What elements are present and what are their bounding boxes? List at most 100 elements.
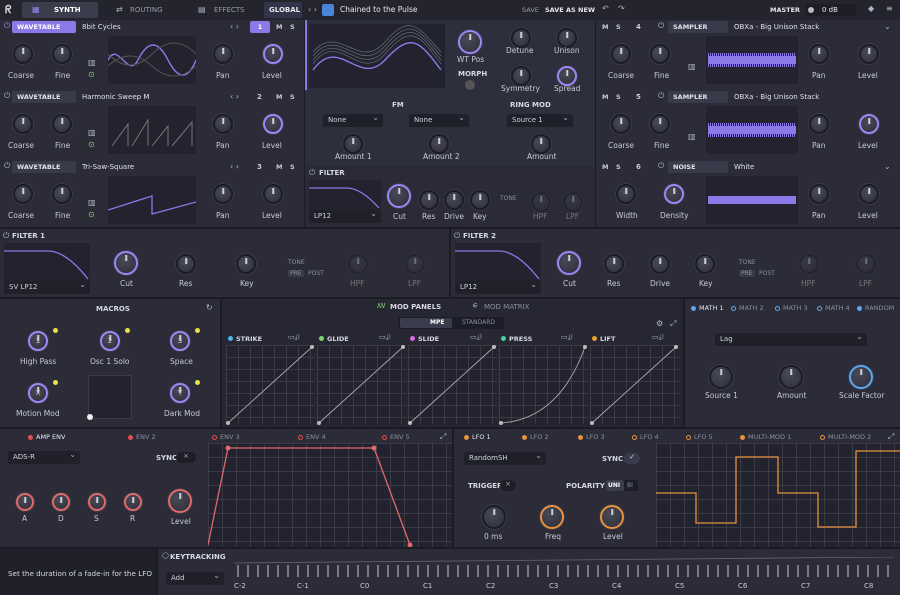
fm-source-2-dropdown[interactable]: None <box>409 113 469 127</box>
pan-knob[interactable] <box>213 44 233 64</box>
fine-knob[interactable] <box>650 114 670 134</box>
keyboard-icon[interactable]: ▥ <box>688 62 696 71</box>
math-amount-knob[interactable] <box>779 365 803 389</box>
mute-button[interactable]: M <box>602 23 608 31</box>
mute-button[interactable]: M <box>276 93 282 101</box>
spread-knob[interactable] <box>557 66 577 86</box>
hpf-knob[interactable] <box>799 254 819 274</box>
detune-knob[interactable] <box>511 28 531 48</box>
fine-knob[interactable] <box>52 114 72 134</box>
tab-multi-mod-1[interactable]: MULTI-MOD 1 <box>740 433 791 441</box>
mod-lane-tools-icon[interactable]: ▭⤓⁞ <box>288 333 300 342</box>
tab-routing[interactable]: ⇄ ROUTING <box>100 2 176 18</box>
power-icon[interactable]: ⏻ <box>658 161 664 171</box>
wavetable-name[interactable]: Harmonic Sweep M <box>82 93 149 101</box>
filter-drive-knob[interactable] <box>444 190 464 210</box>
osc-number[interactable]: 6 <box>636 163 641 171</box>
solo-button[interactable]: S <box>616 23 621 31</box>
tab-math-3[interactable]: MATH 3 <box>775 304 808 312</box>
filter-type-dropdown[interactable]: LP12 <box>309 209 381 223</box>
tab-effects[interactable]: ▤ EFFECTS <box>180 2 262 18</box>
sample-waveform[interactable] <box>706 106 798 154</box>
osc-type-dropdown[interactable]: SAMPLER <box>668 21 728 33</box>
xy-pad[interactable] <box>87 375 132 420</box>
expand-icon[interactable]: ⤢ <box>440 432 446 442</box>
sample-name[interactable]: OBXa - Big Unison Stack <box>734 93 819 101</box>
tab-env-2[interactable]: ENV 2 <box>128 433 156 441</box>
filter-2-cut-knob[interactable] <box>557 251 581 275</box>
osc-number[interactable]: 5 <box>636 93 641 101</box>
lfo-shape-dropdown[interactable]: RandomSH <box>464 451 546 465</box>
noise-type[interactable]: White <box>734 163 754 171</box>
tab-multi-mod-2[interactable]: MULTI-MOD 2 <box>820 433 871 441</box>
osc-number[interactable]: 3 <box>257 163 262 171</box>
pan-knob[interactable] <box>809 44 829 64</box>
release-knob[interactable] <box>124 493 142 511</box>
mod-lane-tools-icon[interactable]: ▭⤓⁞ <box>470 333 482 342</box>
solo-button[interactable]: S <box>616 163 621 171</box>
mute-button[interactable]: M <box>276 23 282 31</box>
math-source-knob[interactable] <box>709 365 733 389</box>
polarity-bi[interactable]: BI <box>627 482 633 489</box>
save-button[interactable]: SAVE <box>522 6 539 14</box>
fm-source-1-dropdown[interactable]: None <box>323 113 383 127</box>
filter-key-knob[interactable] <box>470 190 490 210</box>
pre-button[interactable]: PRE <box>739 270 755 277</box>
env-sync-toggle[interactable]: × <box>176 452 196 463</box>
level-knob[interactable] <box>859 44 879 64</box>
power-icon[interactable]: ⏻ <box>454 231 460 241</box>
filter-1-key-knob[interactable] <box>236 254 256 274</box>
tab-synth[interactable]: ▦ SYNTH <box>22 2 98 18</box>
mute-button[interactable]: M <box>602 93 608 101</box>
power-icon[interactable]: ⏻ <box>309 168 315 178</box>
trigger-toggle[interactable]: × <box>500 480 516 491</box>
tab-random[interactable]: RANDOM <box>857 304 894 312</box>
lfo-graph[interactable] <box>656 443 900 547</box>
preset-name[interactable]: Chained to the Pulse <box>340 5 418 14</box>
settings-icon[interactable]: ◆ <box>868 4 874 13</box>
tab-global[interactable]: GLOBAL <box>264 2 302 18</box>
tab-env-5[interactable]: ENV 5 <box>382 433 410 441</box>
mod-curve-graph[interactable] <box>499 345 588 425</box>
keyboard-icon[interactable]: ▥ <box>88 58 96 67</box>
preset-browser-icon[interactable] <box>322 4 334 16</box>
filter-1-curve[interactable] <box>4 243 90 281</box>
post-button[interactable]: POST <box>759 270 775 277</box>
waveform-display[interactable] <box>108 176 196 224</box>
tab-lfo-3[interactable]: LFO 3 <box>578 433 605 441</box>
fine-knob[interactable] <box>52 184 72 204</box>
power-icon[interactable]: ⏻ <box>4 161 10 171</box>
filter-2-curve[interactable] <box>455 243 541 281</box>
polarity-toggle[interactable]: UNI BI <box>606 480 638 491</box>
tab-lfo-4[interactable]: LFO 4 <box>632 433 659 441</box>
filter-2-drive-knob[interactable] <box>650 254 670 274</box>
tab-env-4[interactable]: ENV 4 <box>298 433 326 441</box>
filter-curve-display[interactable] <box>309 180 381 210</box>
envelope-graph[interactable] <box>207 443 452 548</box>
coarse-knob[interactable] <box>13 114 33 134</box>
level-knob[interactable] <box>859 114 879 134</box>
filter-2-res-knob[interactable] <box>604 254 624 274</box>
mod-curve-graph[interactable] <box>590 345 679 425</box>
unison-knob[interactable] <box>557 28 577 48</box>
power-icon[interactable]: ⏻ <box>658 91 664 101</box>
filter-res-knob[interactable] <box>419 190 439 210</box>
osc-type-dropdown[interactable]: WAVETABLE <box>12 161 76 173</box>
keytracking-add-dropdown[interactable]: Add <box>166 571 224 585</box>
osc-number[interactable]: 1 <box>250 21 270 33</box>
ring-mod-source-dropdown[interactable]: Source 1 <box>507 113 573 127</box>
tab-math-4[interactable]: MATH 4 <box>817 304 850 312</box>
mod-panels-tab[interactable]: MOD PANELS <box>390 303 441 311</box>
mod-curve-graph[interactable] <box>408 345 497 425</box>
fine-knob[interactable] <box>52 44 72 64</box>
expand-icon[interactable]: ⤢ <box>888 432 894 442</box>
solo-button[interactable]: S <box>290 163 295 171</box>
osc-type-dropdown[interactable]: WAVETABLE <box>12 21 76 33</box>
filter-2-type-dropdown[interactable]: LP12 <box>455 280 541 294</box>
mod-lane-tools-icon[interactable]: ▭⤓⁞ <box>652 333 664 342</box>
mod-curve-graph[interactable] <box>317 345 406 425</box>
sample-name[interactable]: OBXa - Big Unison Stack <box>734 23 819 31</box>
mod-lane-tools-icon[interactable]: ▭⤓⁞ <box>379 333 391 342</box>
coarse-knob[interactable] <box>611 114 631 134</box>
pan-knob[interactable] <box>213 114 233 134</box>
